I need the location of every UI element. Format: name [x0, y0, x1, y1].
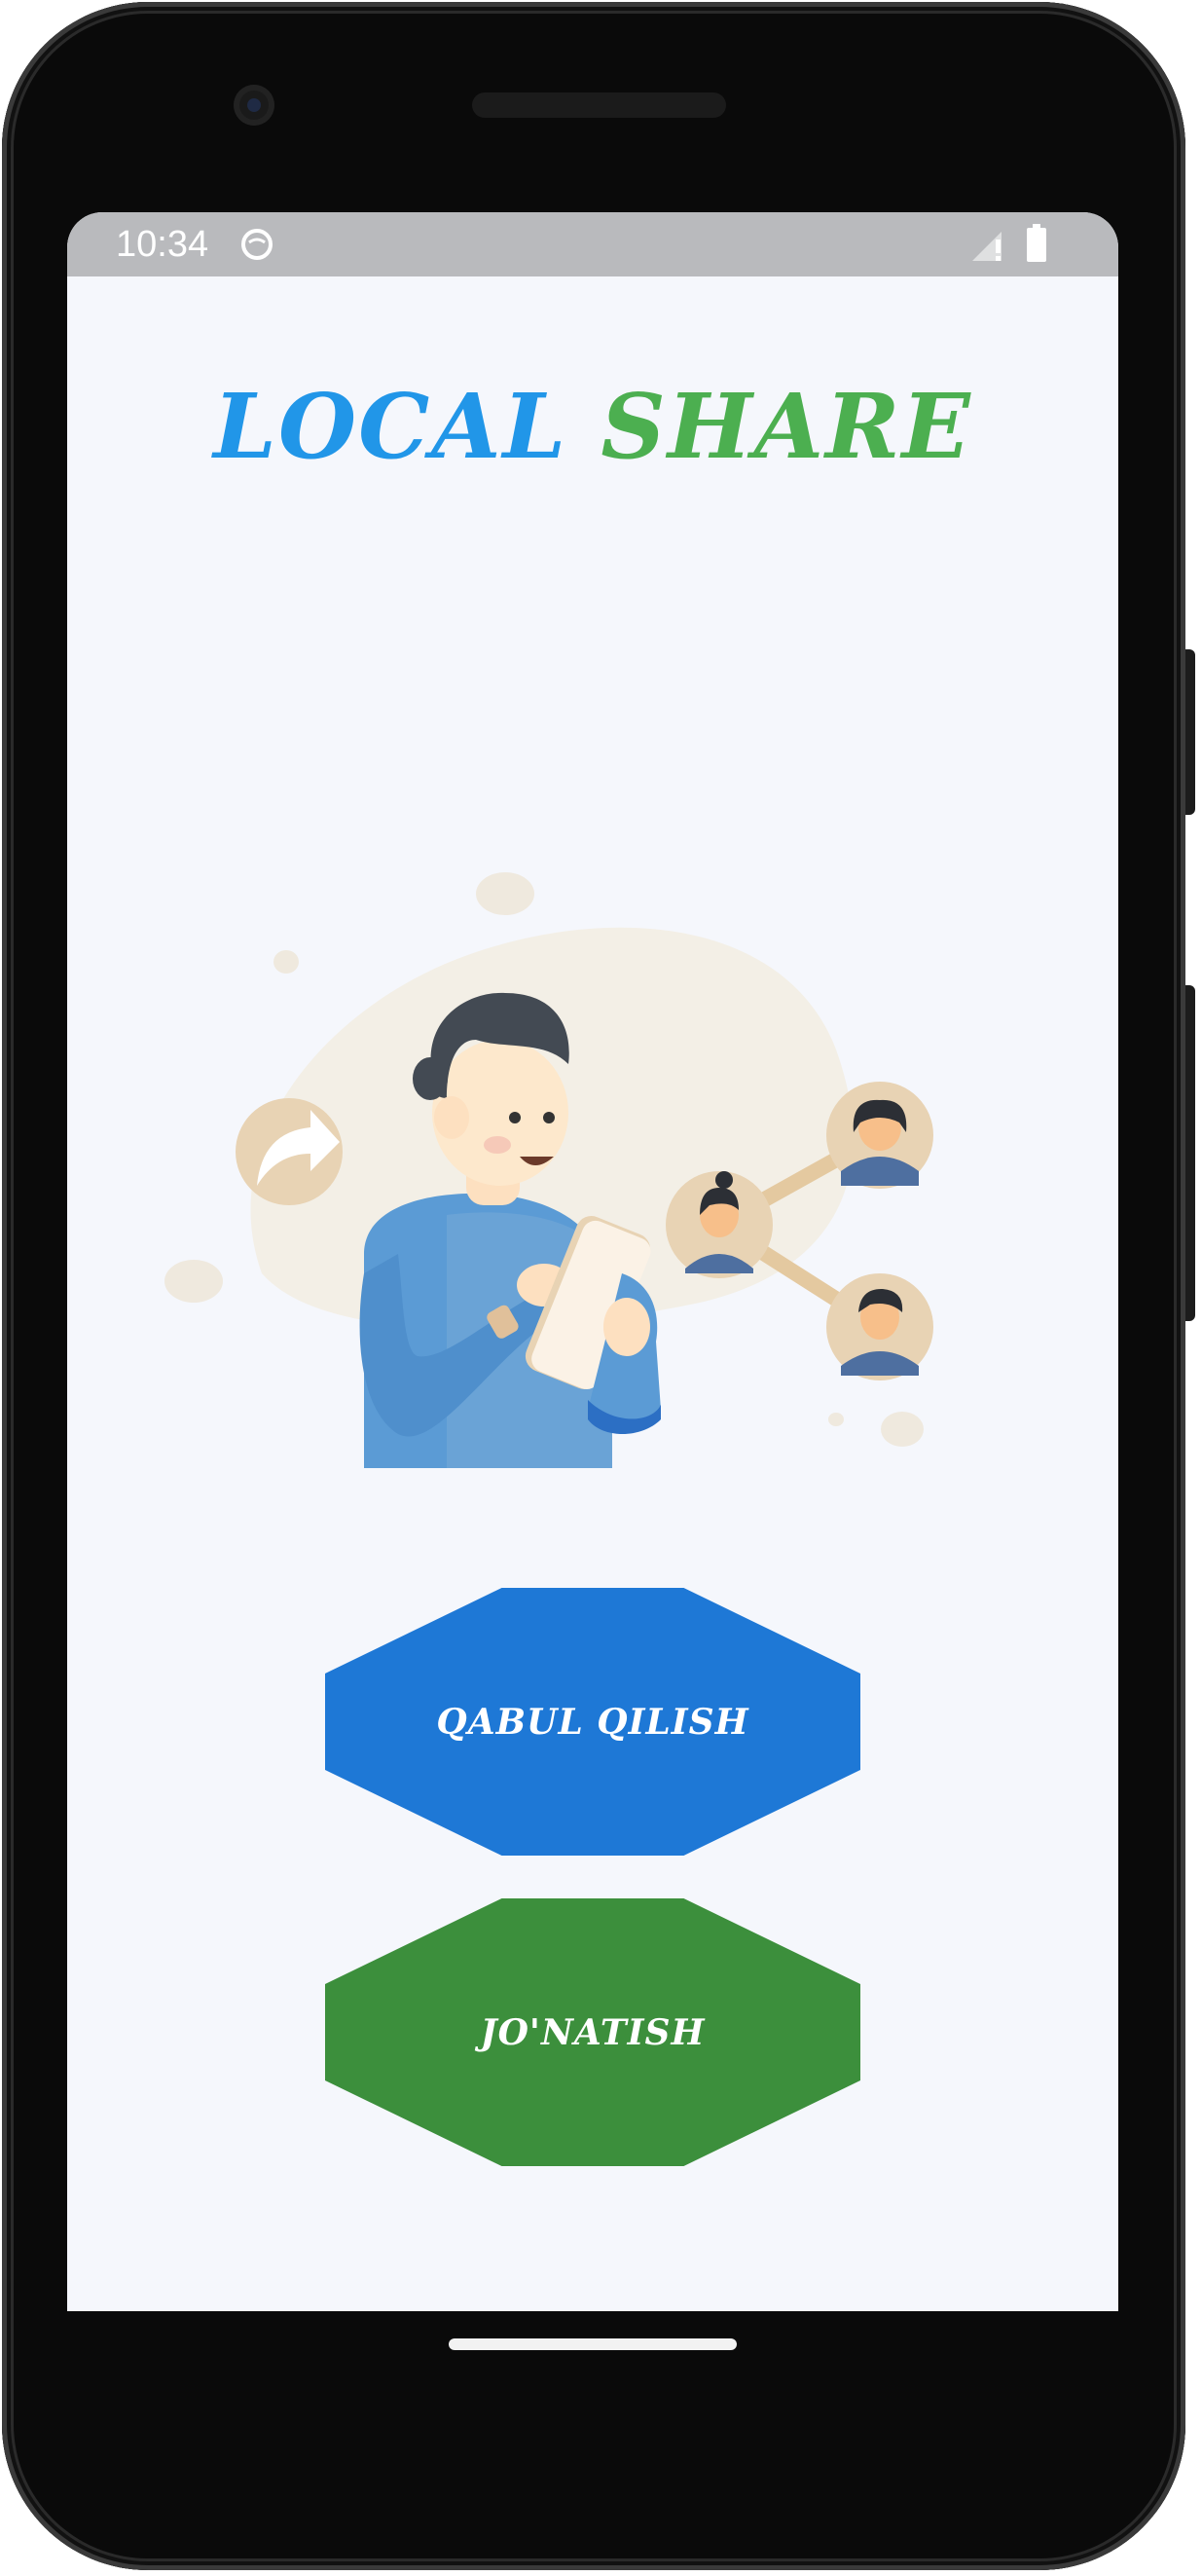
app-title: LOCAL SHARE [67, 378, 1118, 475]
contact-avatar-woman [826, 1082, 933, 1189]
app-notification-icon [241, 229, 273, 260]
navigation-bar [67, 2311, 1118, 2399]
home-gesture-pill[interactable] [449, 2338, 737, 2350]
app-screen: 10:34 LOCAL SHARE QABUL QILISH JO'NATISH [67, 212, 1118, 2311]
share-arrow-icon [236, 1098, 343, 1205]
front-camera [234, 85, 274, 126]
status-bar: 10:34 [67, 212, 1118, 276]
status-time: 10:34 [116, 224, 209, 265]
sharing-illustration [164, 872, 933, 1468]
contact-avatar-center [666, 1171, 773, 1278]
volume-button [1185, 985, 1195, 1321]
earpiece-speaker [472, 92, 726, 118]
signal-icon [972, 232, 1002, 261]
send-button[interactable]: JO'NATISH [325, 1898, 860, 2166]
battery-icon [1027, 224, 1046, 262]
receive-button[interactable]: QABUL QILISH [325, 1588, 860, 1856]
app-title-share: SHARE [601, 374, 972, 479]
app-title-local: LOCAL [213, 374, 568, 479]
contact-avatar-man [826, 1273, 933, 1380]
power-button [1185, 649, 1195, 815]
